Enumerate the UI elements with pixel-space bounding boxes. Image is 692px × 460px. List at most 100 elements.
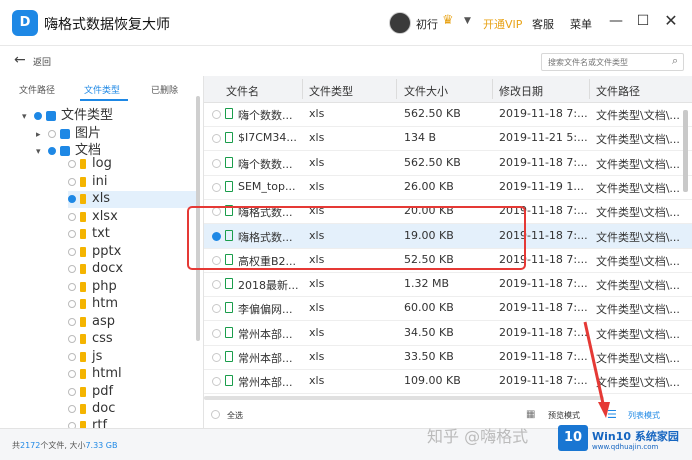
tree-checkbox[interactable] (68, 229, 76, 238)
select-all-label[interactable]: 全选 (227, 410, 243, 421)
row-checkbox[interactable] (212, 328, 221, 338)
file-name-cell: 常州本部... (238, 376, 293, 390)
tree-item-xls[interactable]: xls (68, 191, 196, 208)
tree-checkbox[interactable] (68, 282, 76, 291)
table-row[interactable]: 嗨个数数... xls 562.50 KB 2019-11-18 7:... 文件类型\… (204, 102, 692, 127)
header-modified-date[interactable]: 修改日期 (499, 83, 543, 99)
table-row[interactable]: 嗨个数数... xls 562.50 KB 2019-11-18 7:... 文件类型\… (204, 151, 692, 176)
select-all-checkbox[interactable] (211, 410, 220, 419)
file-name-cell: 2018最新... (238, 279, 298, 293)
table-row[interactable]: 常州本部... xls 33.50 KB 2019-11-18 7:... 文件类型\文… (204, 345, 692, 370)
tree-item-pdf[interactable]: pdf (68, 384, 113, 401)
tab-deleted[interactable]: 已删除 (151, 83, 178, 96)
table-row[interactable]: SEM_top... xls 26.00 KB 2019-11-19 1... 文件类型… (204, 175, 692, 200)
tab-file-path[interactable]: 文件路径 (19, 83, 55, 96)
menu-button[interactable]: 菜单 (570, 16, 592, 32)
excel-file-icon (225, 156, 233, 168)
tree-item-txt[interactable]: txt (68, 226, 110, 243)
tree-item-html[interactable]: html (68, 366, 122, 383)
tree-item-docx[interactable]: docx (68, 261, 123, 278)
search-icon[interactable]: ⌕ (672, 54, 678, 68)
table-row[interactable]: 李偏偏网... xls 60.00 KB 2019-11-18 7:... 文件类型\文… (204, 296, 692, 322)
tree-checkbox[interactable] (68, 299, 76, 308)
tree-item-pptx[interactable]: pptx (68, 244, 121, 261)
tree-item-asp[interactable]: asp (68, 314, 115, 331)
column-divider[interactable] (396, 79, 397, 99)
excel-file-icon (225, 180, 233, 192)
table-row[interactable]: 常州本部... xls 109.00 KB 2019-11-18 7:... 文件类型\… (204, 369, 692, 395)
row-checkbox[interactable] (212, 280, 221, 290)
table-scrollbar[interactable] (683, 110, 688, 192)
column-divider[interactable] (589, 79, 590, 99)
minimize-button[interactable]: — (607, 12, 625, 30)
row-checkbox[interactable] (212, 158, 221, 168)
header-file-type[interactable]: 文件类型 (309, 83, 353, 99)
tree-checkbox[interactable] (68, 334, 76, 343)
expand-icon[interactable]: ▾ (36, 147, 48, 157)
grid-view-icon[interactable]: ▦ (526, 409, 535, 420)
back-arrow-icon[interactable]: ← (14, 52, 26, 68)
row-checkbox[interactable] (212, 182, 221, 192)
tree-item-js[interactable]: js (68, 349, 102, 366)
tree-item-rtf[interactable]: rtf (68, 418, 107, 428)
row-checkbox[interactable] (212, 304, 221, 314)
tree-item-css[interactable]: css (68, 331, 113, 348)
search-input[interactable] (541, 53, 684, 71)
tree-checkbox[interactable] (68, 264, 76, 273)
header-file-size[interactable]: 文件大小 (404, 83, 448, 99)
tree-checkbox[interactable] (68, 194, 76, 203)
tree-checkbox[interactable] (68, 159, 76, 168)
row-checkbox[interactable] (212, 353, 221, 362)
tree-item-php[interactable]: php (68, 279, 117, 296)
tree-node-file-types[interactable]: ▾ 文件类型 (22, 104, 113, 123)
tree-checkbox[interactable] (34, 111, 42, 120)
tree-node-images[interactable]: ▸ 图片 (36, 122, 101, 141)
tree-checkbox[interactable] (48, 146, 56, 155)
tree-item-htm[interactable]: htm (68, 296, 118, 313)
open-vip-link[interactable]: 开通VIP (483, 16, 522, 32)
tree-item-ini[interactable]: ini (68, 174, 107, 191)
chevron-down-icon[interactable]: ▼ (464, 16, 471, 26)
tree-item-xlsx[interactable]: xlsx (68, 209, 118, 226)
tree-checkbox[interactable] (68, 317, 76, 326)
horizontal-scrollbar[interactable] (204, 396, 604, 400)
row-checkbox[interactable] (212, 110, 221, 119)
maximize-button[interactable]: ☐ (634, 12, 652, 30)
list-view-icon[interactable]: ☰ (607, 408, 617, 421)
tree-node-documents[interactable]: ▾ 文档 (36, 139, 101, 158)
avatar[interactable] (389, 12, 411, 34)
tab-file-type[interactable]: 文件类型 (84, 83, 120, 96)
file-type-icon (80, 176, 86, 187)
tree-checkbox[interactable] (68, 352, 76, 361)
column-divider[interactable] (492, 79, 493, 99)
header-file-path[interactable]: 文件路径 (596, 83, 640, 99)
file-type-icon (80, 211, 86, 222)
back-button[interactable]: 返回 (33, 55, 51, 68)
tree-checkbox[interactable] (68, 369, 76, 378)
expand-icon[interactable]: ▾ (22, 112, 34, 122)
modified-date-cell: 2019-11-18 7:... (499, 155, 588, 169)
table-row[interactable]: $I7CM34... xls 134 B 2019-11-21 5:... 文件类型\文… (204, 126, 692, 152)
file-type-icon (80, 298, 86, 309)
tree-checkbox[interactable] (68, 247, 76, 256)
username[interactable]: 初行 (416, 16, 438, 32)
row-checkbox[interactable] (212, 377, 221, 387)
table-row[interactable]: 2018最新... xls 1.32 MB 2019-11-18 7:... 文件类型\… (204, 272, 692, 298)
tree-item-doc[interactable]: doc (68, 401, 115, 418)
file-type-cell: xls (309, 107, 325, 120)
tree-checkbox[interactable] (48, 129, 56, 138)
close-button[interactable]: ✕ (662, 12, 680, 30)
tree-checkbox[interactable] (68, 212, 76, 221)
tree-checkbox[interactable] (68, 404, 76, 413)
tree-checkbox[interactable] (68, 387, 76, 396)
customer-service-button[interactable]: 客服 (532, 16, 554, 32)
column-divider[interactable] (302, 79, 303, 99)
tree-item-log[interactable]: log (68, 156, 112, 173)
thumbnail-mode-button[interactable]: 预览模式 (548, 410, 580, 421)
table-row[interactable]: 常州本部... xls 34.50 KB 2019-11-18 7:... 文件类型\文… (204, 321, 692, 346)
tree-checkbox[interactable] (68, 177, 76, 186)
row-checkbox[interactable] (212, 134, 221, 144)
excel-file-icon (225, 302, 233, 314)
list-mode-button[interactable]: 列表模式 (628, 410, 660, 421)
header-file-name[interactable]: 文件名 (226, 83, 259, 99)
